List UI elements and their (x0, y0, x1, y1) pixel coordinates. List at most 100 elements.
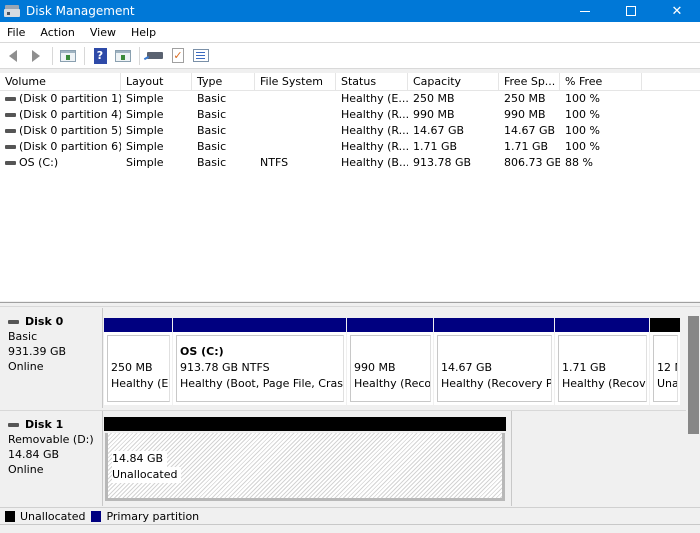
close-button[interactable]: ✕ (654, 0, 700, 22)
volume-icon (5, 161, 16, 165)
partition-status: Unallocated (112, 467, 182, 483)
menu-action[interactable]: Action (33, 26, 82, 39)
column-layout[interactable]: Layout (121, 73, 192, 90)
unallocated-block[interactable]: 12 MB Unallocated (650, 318, 680, 405)
disk-graphical-view: Disk 0 Basic 931.39 GB Online 250 MB Hea… (0, 308, 700, 507)
help-button[interactable]: ? (90, 47, 110, 65)
cell-percent-free: 88 % (565, 156, 593, 169)
disk-size: 931.39 GB (8, 345, 67, 358)
partition-size: 14.67 GB (441, 361, 493, 374)
column-file-system[interactable]: File System (255, 73, 336, 90)
menu-file[interactable]: File (0, 26, 33, 39)
disk-state: Online (8, 463, 44, 476)
column-capacity[interactable]: Capacity (408, 73, 499, 90)
cell-status: Healthy (R... (341, 140, 408, 153)
partition-details: 12 MB Unallocated (653, 335, 678, 402)
cell-free-space: 14.67 GB (504, 124, 556, 137)
table-row[interactable]: (Disk 0 partition 1) Simple Basic Healthy (… (0, 91, 700, 107)
check-button[interactable]: ✓ (168, 47, 188, 65)
disk-icon (8, 423, 19, 427)
show-hide-console-tree-button[interactable] (58, 47, 78, 65)
table-row[interactable]: (Disk 0 partition 6) Simple Basic Healthy (… (0, 139, 700, 155)
cell-layout: Simple (126, 140, 164, 153)
cell-status: Healthy (R... (341, 124, 408, 137)
vertical-scrollbar-thumb[interactable] (688, 316, 699, 434)
partition-status: Healthy (Recovery Partition) (562, 377, 646, 390)
menu-view[interactable]: View (83, 26, 124, 39)
forward-button[interactable] (26, 47, 46, 65)
cell-capacity: 990 MB (413, 108, 455, 121)
connect-drive-button[interactable] (145, 47, 165, 65)
partition-size: 990 MB (354, 361, 396, 374)
table-row[interactable]: (Disk 0 partition 5) Simple Basic Healthy (… (0, 123, 700, 139)
back-button[interactable] (3, 47, 23, 65)
column-free-space[interactable]: Free Sp... (499, 73, 560, 90)
partition-status: Healthy (EFI System Partition) (111, 377, 169, 390)
column-volume[interactable]: Volume (0, 73, 121, 90)
partition-status: Healthy (Boot, Page File, Crash Dump, Ba… (180, 377, 343, 390)
volume-list: Volume Layout Type File System Status Ca… (0, 73, 700, 301)
primary-partition-bar (173, 318, 346, 332)
table-row[interactable]: (Disk 0 partition 4) Simple Basic Healthy (… (0, 107, 700, 123)
partition-block[interactable]: 14.67 GB Healthy (Recovery Partition) (434, 318, 554, 405)
partition-size: 250 MB (111, 361, 153, 374)
properties-button[interactable] (191, 47, 211, 65)
cell-free-space: 990 MB (504, 108, 546, 121)
unallocated-bar (104, 417, 506, 431)
partition-block[interactable]: 1.71 GB Healthy (Recovery Partition) (555, 318, 649, 405)
cell-volume: (Disk 0 partition 6) (0, 139, 121, 155)
show-hide-action-pane-button[interactable] (113, 47, 133, 65)
check-icon: ✓ (172, 48, 184, 63)
partition-block[interactable]: OS (C:) 913.78 GB NTFS Healthy (Boot, Pa… (173, 318, 346, 405)
partition-status: Healthy (Recovery Partition) (441, 377, 552, 390)
cell-type: Basic (197, 124, 227, 137)
table-row[interactable]: OS (C:) Simple Basic NTFS Healthy (B... 913.7… (0, 155, 700, 171)
cell-capacity: 913.78 GB (413, 156, 472, 169)
volume-icon (5, 129, 16, 133)
maximize-icon (626, 6, 636, 16)
volume-name: (Disk 0 partition 1) (19, 92, 121, 105)
partition-status: Unallocated (657, 377, 677, 390)
cell-type: Basic (197, 140, 227, 153)
primary-partition-bar (104, 318, 172, 332)
pane-splitter[interactable] (0, 302, 700, 307)
cell-percent-free: 100 % (565, 108, 600, 121)
help-icon: ? (93, 47, 107, 64)
partition-block[interactable]: 990 MB Healthy (Recovery Partition) (347, 318, 433, 405)
status-bar (0, 524, 700, 533)
maximize-button[interactable] (608, 0, 654, 22)
column-percent-free[interactable]: % Free (560, 73, 642, 90)
unallocated-block[interactable]: 14.84 GB Unallocated (104, 417, 506, 501)
cell-layout: Simple (126, 108, 164, 121)
disk-1-info[interactable]: Disk 1 Removable (D:) 14.84 GB Online (0, 411, 102, 477)
volume-name: (Disk 0 partition 5) (19, 124, 121, 137)
partition-details: 14.67 GB Healthy (Recovery Partition) (437, 335, 552, 402)
disk-1-row[interactable]: Disk 1 Removable (D:) 14.84 GB Online 14… (0, 410, 686, 507)
partition-block[interactable]: 250 MB Healthy (EFI System Partition) (104, 318, 172, 405)
partition-size: 14.84 GB (112, 451, 168, 467)
cell-volume: (Disk 0 partition 4) (0, 107, 121, 123)
legend-unallocated: Unallocated (20, 509, 86, 523)
minimize-button[interactable] (562, 0, 608, 22)
toolbar-separator (84, 46, 85, 65)
disk-name: Disk 1 (25, 418, 64, 431)
disk-0-row[interactable]: Disk 0 Basic 931.39 GB Online 250 MB Hea… (0, 308, 686, 408)
column-type[interactable]: Type (192, 73, 255, 90)
volume-icon (5, 145, 16, 149)
disk-size: 14.84 GB (8, 448, 60, 461)
cell-layout: Simple (126, 156, 164, 169)
cell-percent-free: 100 % (565, 92, 600, 105)
partition-details: OS (C:) 913.78 GB NTFS Healthy (Boot, Pa… (176, 335, 344, 402)
cell-free-space: 806.73 GB (504, 156, 560, 169)
volume-icon (5, 113, 16, 117)
connect-drive-icon (147, 52, 163, 59)
disk-0-info[interactable]: Disk 0 Basic 931.39 GB Online (0, 308, 102, 374)
back-arrow-icon (9, 49, 17, 62)
cell-file-system (255, 123, 336, 139)
volume-name: OS (C:) (19, 156, 59, 169)
partition-label: OS (C:) (180, 345, 224, 358)
column-status[interactable]: Status (336, 73, 408, 90)
show-hide-action-pane-icon (115, 49, 131, 62)
menu-help[interactable]: Help (124, 26, 164, 39)
primary-partition-bar (555, 318, 649, 332)
